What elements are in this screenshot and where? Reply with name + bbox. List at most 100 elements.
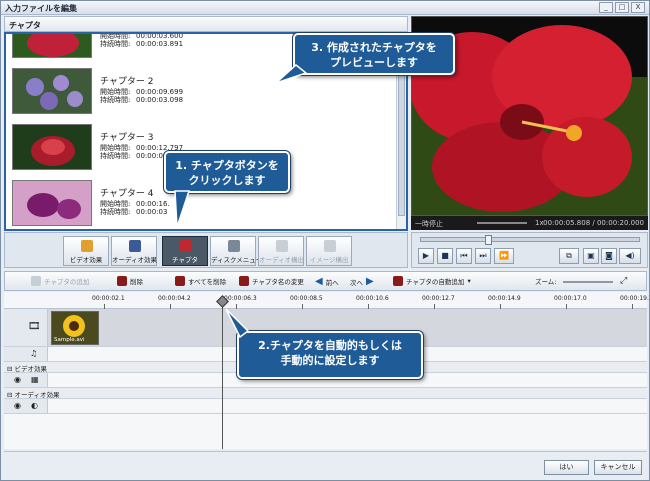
rename-chapter-button[interactable]: チャプタ名の変更 bbox=[239, 276, 304, 286]
chapter-length: 00:00:03 bbox=[136, 208, 168, 216]
audio-out-button[interactable]: オーディオ構出 bbox=[258, 236, 304, 266]
ruler-tick-label: 00:00:12.7 bbox=[422, 295, 455, 302]
auto-add-icon bbox=[393, 276, 403, 286]
audio-effects-button[interactable]: オーディオ効果 bbox=[111, 236, 157, 266]
add-chapter-button[interactable]: チャプタの追加 bbox=[31, 276, 89, 286]
split-button[interactable]: ⧉ bbox=[559, 248, 579, 264]
eye-icon[interactable]: ◉ bbox=[14, 401, 21, 410]
title-bar: 入力ファイルを編集 _ □ X bbox=[1, 1, 649, 15]
prev-frame-button[interactable]: ⏮ bbox=[456, 248, 472, 264]
ok-button[interactable]: はい bbox=[544, 460, 589, 475]
image-out-icon bbox=[324, 240, 336, 252]
effect-icon: ▦ bbox=[31, 375, 39, 384]
zoom-slider[interactable] bbox=[563, 281, 613, 283]
delete-button[interactable]: 削除 bbox=[117, 276, 143, 286]
disc-menu-icon bbox=[228, 240, 240, 252]
disc-menu-button[interactable]: ディスクメニュー bbox=[210, 236, 262, 266]
add-chapter-icon bbox=[31, 276, 41, 286]
preview-status-bar: 一時停止 1x 00:00:05.808 / 00:00:20.000 bbox=[411, 216, 648, 230]
delete-all-icon bbox=[175, 276, 185, 286]
skip-back-icon: ⏮ bbox=[460, 251, 468, 260]
player-controls: ▶ ■ ⏮ ⏭ ⏩ ⧉ ▣ ◙ ◀) bbox=[411, 232, 648, 268]
collapse-icon: ⊟ bbox=[7, 365, 15, 373]
fast-forward-icon: ⏩ bbox=[499, 251, 509, 260]
chapter-thumbnail bbox=[12, 180, 92, 226]
video-clip[interactable]: Sample.avi bbox=[51, 311, 99, 345]
chapter-toolbar: チャプタの追加 削除 すべてを削除 チャプタ名の変更 ◀ 前へ 次へ ▶ チャプタの… bbox=[4, 271, 647, 291]
stop-button[interactable]: ■ bbox=[437, 248, 453, 264]
playback-status: 一時停止 bbox=[415, 220, 443, 228]
chapter-name: チャプター 2 bbox=[100, 77, 154, 87]
collapse-icon: ⊟ bbox=[7, 391, 15, 399]
audio-effects-track: ◉ ◐ bbox=[4, 399, 647, 414]
ruler-tick-label: 00:00:19.1 bbox=[620, 295, 650, 302]
stop-icon: ■ bbox=[441, 251, 449, 260]
callout-preview: 3. 作成されたチャプタを プレビューします bbox=[293, 33, 455, 75]
length-label: 持続時間: bbox=[100, 96, 131, 104]
timeline-ruler[interactable]: 00:00:02.1 00:00:04.2 00:00:06.3 00:00:08.5… bbox=[4, 292, 650, 309]
ruler-tick-label: 00:00:04.2 bbox=[158, 295, 191, 302]
ruler-tick-label: 00:00:17.0 bbox=[554, 295, 587, 302]
seek-bar[interactable] bbox=[420, 235, 640, 245]
clip-name: Sample.avi bbox=[54, 337, 85, 343]
chapter-thumbnail bbox=[12, 34, 92, 58]
zoom-fit-icon[interactable]: ⤢ bbox=[620, 276, 627, 286]
chapter-length: 00:00:03.891 bbox=[136, 40, 184, 48]
film-icon: 🎞 bbox=[28, 321, 41, 332]
prev-chapter-button[interactable]: ◀ 前へ bbox=[315, 276, 339, 287]
play-icon: ▶ bbox=[422, 251, 430, 260]
camera-icon: ◙ bbox=[605, 251, 613, 260]
chapter-length: 00:00:03 bbox=[136, 152, 168, 160]
callout-auto-manual: 2.チャプタを自動的もしくは 手動的に設定します bbox=[237, 331, 423, 379]
playhead-line[interactable] bbox=[222, 301, 223, 449]
skip-forward-icon: ⏭ bbox=[479, 251, 487, 260]
auto-add-chapters-button[interactable]: チャプタの自動追加 ▾ bbox=[393, 276, 471, 286]
fullscreen-button[interactable]: ▣ bbox=[583, 248, 599, 264]
chapter-thumbnail bbox=[12, 68, 92, 114]
split-icon: ⧉ bbox=[566, 251, 572, 260]
edit-toolbar: ビデオ効果 オーディオ効果 チャプタ ディスクメニュー オーディオ構出 イメージ… bbox=[4, 232, 408, 268]
chapters-button[interactable]: チャプタ bbox=[162, 236, 208, 266]
length-label: 持続時間: bbox=[100, 152, 131, 160]
next-frame-button[interactable]: ⏭ bbox=[475, 248, 491, 264]
chapter-name: チャプター 4 bbox=[100, 189, 154, 199]
edit-window: 入力ファイルを編集 _ □ X チャプタ 開始時間: 00:00:03.600 持… bbox=[0, 0, 650, 481]
close-button[interactable]: X bbox=[631, 2, 645, 13]
volume-button[interactable]: ◀) bbox=[619, 248, 641, 264]
audio-effects-section[interactable]: ⊟ オーディオ効果 bbox=[4, 388, 647, 399]
video-effects-button[interactable]: ビデオ効果 bbox=[63, 236, 109, 266]
chapters-icon bbox=[180, 240, 192, 252]
eye-icon[interactable]: ◉ bbox=[14, 375, 21, 384]
zoom-label: ズーム: bbox=[535, 278, 557, 286]
image-out-button[interactable]: イメージ構出 bbox=[306, 236, 352, 266]
minimize-button[interactable]: _ bbox=[599, 2, 613, 13]
next-chapter-button[interactable]: 次へ ▶ bbox=[350, 276, 374, 287]
ruler-tick-label: 00:00:10.6 bbox=[356, 295, 389, 302]
snapshot-button[interactable]: ◙ bbox=[601, 248, 617, 264]
seek-thumb[interactable] bbox=[485, 235, 492, 245]
chapter-length: 00:00:03.098 bbox=[136, 96, 184, 104]
rename-icon bbox=[239, 276, 249, 286]
length-label: 持続時間: bbox=[100, 40, 131, 48]
callout-tail bbox=[275, 64, 308, 84]
callout-chapter-button: 1. チャプタボタンを クリックします bbox=[164, 151, 290, 193]
play-button[interactable]: ▶ bbox=[418, 248, 434, 264]
arrow-right-icon: ▶ bbox=[366, 276, 374, 287]
speed-slider[interactable] bbox=[477, 222, 527, 224]
end-button[interactable]: ⏩ bbox=[494, 248, 514, 264]
audio-track-icon: ♫ bbox=[30, 349, 38, 358]
speaker-icon: ◀) bbox=[625, 251, 635, 260]
video-effects-icon bbox=[81, 240, 93, 252]
playback-time: 00:00:05.808 / 00:00:20.000 bbox=[543, 219, 644, 227]
audio-out-icon bbox=[276, 240, 288, 252]
ruler-tick-label: 00:00:14.9 bbox=[488, 295, 521, 302]
callout-tail bbox=[174, 190, 191, 228]
chevron-down-icon: ▾ bbox=[467, 277, 471, 285]
length-label: 持続時間: bbox=[100, 208, 131, 216]
maximize-button[interactable]: □ bbox=[615, 2, 629, 13]
delete-all-button[interactable]: すべてを削除 bbox=[175, 276, 226, 286]
ruler-tick-label: 00:00:08.5 bbox=[290, 295, 323, 302]
cancel-button[interactable]: キャンセル bbox=[594, 460, 642, 475]
audio-effects-icon bbox=[129, 240, 141, 252]
arrow-left-icon: ◀ bbox=[315, 276, 323, 287]
